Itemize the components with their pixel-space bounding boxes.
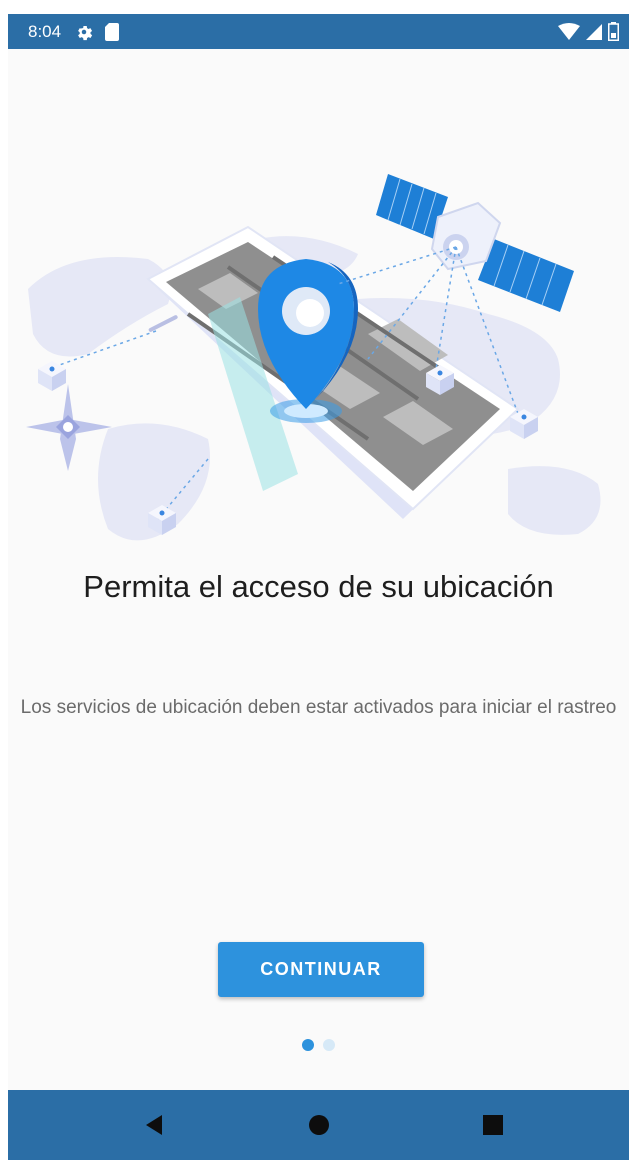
back-icon [146, 1115, 162, 1135]
nav-back-button[interactable] [119, 1090, 189, 1160]
onboarding-screen: Permita el acceso de su ubicación Los se… [8, 49, 629, 1090]
battery-icon [608, 22, 619, 41]
satellite-icon [376, 174, 574, 312]
network-node-icon [38, 361, 66, 391]
wifi-icon [558, 22, 580, 40]
home-icon [309, 1115, 329, 1135]
nav-home-button[interactable] [284, 1090, 354, 1160]
navigation-bar [8, 1090, 629, 1160]
continue-button[interactable]: CONTINUAR [218, 942, 424, 997]
compass-icon [26, 384, 112, 471]
nav-recents-button[interactable] [458, 1090, 528, 1160]
page-indicator [8, 1039, 629, 1051]
gear-icon [78, 25, 93, 40]
status-time: 8:04 [28, 21, 62, 41]
continent-shape [508, 466, 601, 535]
page-dot-active [302, 1039, 314, 1051]
page-description: Los servicios de ubicación deben estar a… [20, 697, 617, 718]
signal-icon [586, 23, 602, 40]
page-dot-inactive[interactable] [323, 1039, 335, 1051]
continent-shape [28, 257, 171, 357]
sd-card-icon [105, 22, 120, 41]
recents-icon [483, 1115, 503, 1135]
status-bar: 8:04 [8, 14, 629, 49]
page-title: Permita el acceso de su ubicación [83, 569, 554, 604]
location-illustration [26, 174, 601, 541]
